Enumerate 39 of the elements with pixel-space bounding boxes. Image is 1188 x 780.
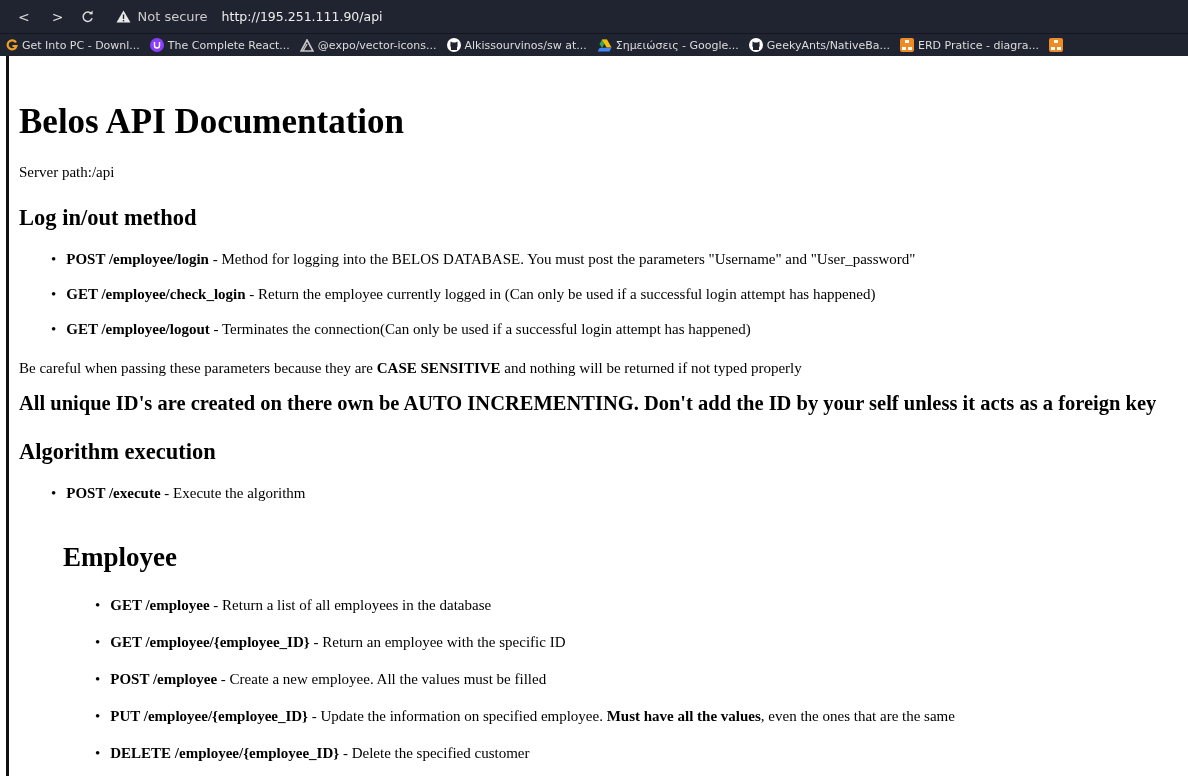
endpoint-item: PUT /employee/{employee_ID} - Update the information on specified employee. Must have all the values, even the ones that are the same [110,708,955,725]
bookmark-link[interactable]: Σημειώσεις - Google... [615,38,739,52]
list-bullet: • [51,286,57,303]
list-bullet: • [95,597,101,614]
reload-icon[interactable] [81,10,95,23]
address-bar[interactable]: http://195.251.111.90/api [221,9,383,24]
bookmark-link[interactable]: Alkissourvinos/sw at... [464,38,587,52]
list-bullet: • [95,634,101,651]
list-bullet: • [95,671,101,688]
triangle-icon [596,38,612,52]
list-bullet: • [51,485,57,502]
bookmark-link[interactable]: Get Into PC - Downl... [22,38,140,52]
endpoint-item: GET /employee/logout - Terminates the connection(Can only be used if a successful login attempt has happened) [66,321,751,338]
bookmark-link[interactable]: The Complete React... [167,38,290,52]
endpoint-item: POST /employee/login - Method for logging into the BELOS DATABASE. You must post the parameters "Username" and "User_password" [66,251,916,268]
list-bullet: • [51,321,57,338]
page-title: Belos API Documentation [19,102,405,142]
server-path: Server path:/api [19,164,116,181]
note-text: Be careful when passing these parameters because they are CASE SENSITIVE and nothing will be returned if not typed properly [19,360,803,377]
endpoint-item: GET /employee/check_login - Return the employee currently logged in (Can only be used if a successful login attempt has happened) [66,286,876,303]
warning-icon [116,10,132,23]
bookmark-link[interactable]: @expo/vector-icons... [317,38,437,52]
section-heading: Employee [63,542,178,573]
back-button[interactable]: < [14,8,34,25]
section-heading: Log in/out method [19,205,198,231]
list-bullet: • [95,745,101,762]
endpoint-item: GET /employee/{employee_ID} - Return an employee with the specific ID [110,634,566,651]
section-heading: Algorithm execution [19,439,217,465]
bookmark-link[interactable]: GeekyAnts/NativeBa... [766,38,891,52]
warning-text: All unique ID's are created on there own be AUTO INCREMENTING. Don't add the ID by your self unless it acts as a foreign key [19,391,1158,415]
endpoint-item: POST /employee - Create a new employee. All the values must be filled [110,671,547,688]
list-bullet: • [51,251,57,268]
endpoint-item: POST /execute - Execute the algorithm [66,485,306,502]
forward-button[interactable]: > [47,8,68,25]
security-label: Not secure [137,9,208,24]
bookmark-link[interactable]: ERD Pratice - diagra... [918,38,1039,52]
endpoint-item: GET /employee - Return a list of all employees in the database [110,597,492,614]
list-bullet: • [95,708,101,725]
endpoint-item: DELETE /employee/{employee_ID} - Delete the specified customer [110,745,530,762]
